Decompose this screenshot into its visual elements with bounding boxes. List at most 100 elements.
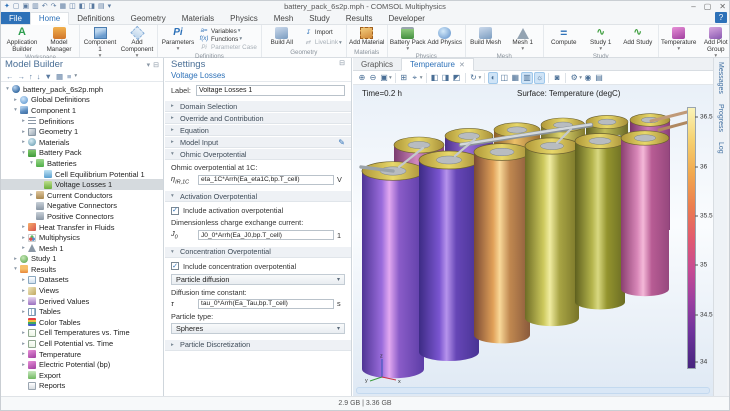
show-edges-icon[interactable]: ▥	[521, 71, 533, 84]
qat-overflow-icon[interactable]: ▾	[108, 2, 112, 11]
zoom-in-icon[interactable]: ⊕	[357, 72, 367, 84]
tree-item-global-definitions[interactable]: ▸ Global Definitions	[1, 95, 163, 106]
tree-item-definitions[interactable]: ▸ Definitions	[1, 116, 163, 127]
maximize-button[interactable]: ▢	[704, 2, 712, 11]
dock-tab-messages[interactable]: Messages	[717, 62, 724, 94]
lock-view-icon[interactable]: ◙	[552, 72, 562, 84]
tab-graphics[interactable]: Graphics	[353, 58, 401, 70]
add-component-button[interactable]: Add Component ▾	[119, 25, 155, 60]
collapsed-arrow-icon[interactable]: ▸	[28, 192, 35, 198]
help-button[interactable]: ?	[715, 12, 727, 23]
wireframe-icon[interactable]: ▦	[510, 72, 520, 84]
tree-item-root[interactable]: ▾ battery_pack_6s2p.mph	[1, 84, 163, 95]
collapsed-arrow-icon[interactable]: ▸	[20, 298, 27, 304]
nav-forward-icon[interactable]: →	[18, 72, 26, 81]
dock-tab-progress[interactable]: Progress	[717, 104, 724, 132]
filter-icon[interactable]: ▼	[45, 72, 52, 81]
tab-geometry[interactable]: Geometry	[123, 12, 174, 24]
collapsed-arrow-icon[interactable]: ▸	[20, 235, 27, 241]
add-plot-group-button[interactable]: Add Plot Group ▾	[698, 26, 729, 60]
tab-results[interactable]: Results	[338, 12, 381, 24]
tree-item-views[interactable]: ▸ Views	[1, 285, 163, 296]
particle-diffusion-select[interactable]: Particle diffusion ▾	[171, 273, 345, 285]
livelink-button[interactable]: ⇄ LiveLink ▾	[303, 39, 341, 46]
tree-item-color-tables[interactable]: Color Tables	[1, 317, 163, 328]
tree-item-voltage-losses[interactable]: Voltage Losses 1	[1, 179, 163, 190]
tree-item-tables[interactable]: ▸ Tables	[1, 306, 163, 317]
tab-physics[interactable]: Physics	[222, 12, 266, 24]
collapsed-arrow-icon[interactable]: ▸	[20, 362, 27, 368]
new-file-icon[interactable]: ▢	[13, 2, 20, 11]
tab-file[interactable]: File	[1, 12, 30, 24]
close-tab-icon[interactable]: ✕	[459, 61, 465, 69]
collapsed-arrow-icon[interactable]: ▸	[20, 129, 27, 135]
compute-button[interactable]: = Compute	[546, 26, 582, 53]
tab-home[interactable]: Home	[29, 12, 70, 25]
section-ohmic-overpotential[interactable]: ▾ Ohmic Overpotential	[165, 148, 351, 160]
snapshot-camera-icon[interactable]: ◉	[583, 72, 593, 84]
collapsed-arrow-icon[interactable]: ▸	[20, 224, 27, 230]
dropdown-caret-icon[interactable]: ▾	[420, 75, 423, 81]
collapsed-arrow-icon[interactable]: ▸	[20, 351, 27, 357]
tree-item-negative-connectors[interactable]: Negative Connectors	[1, 201, 163, 212]
panel-pin-icon[interactable]: ⊟	[153, 61, 159, 69]
tree-item-multiphysics[interactable]: ▸ Multiphysics	[1, 232, 163, 243]
activation-expression-input[interactable]	[198, 230, 334, 241]
plot-canvas[interactable]: Time=0.2 h Surface: Temperature (degC) 3…	[353, 85, 713, 396]
show-grid-icon[interactable]: ▦	[56, 72, 63, 81]
ohmic-expression-input[interactable]	[198, 174, 334, 185]
dropdown-caret-icon[interactable]: ▾	[479, 75, 482, 81]
diffusion-time-input[interactable]	[198, 298, 334, 309]
tree-item-cell-potential-vs-time[interactable]: ▸ Cell Potential vs. Time	[1, 338, 163, 349]
battery-pack-button[interactable]: Battery Pack ▾	[390, 26, 426, 53]
copy-icon[interactable]: ▦	[60, 2, 67, 11]
minimize-button[interactable]: –	[691, 2, 695, 11]
tab-developer[interactable]: Developer	[380, 12, 432, 24]
tree-item-cell-temperatures-vs-time[interactable]: ▸ Cell Temperatures vs. Time	[1, 328, 163, 339]
collapsed-arrow-icon[interactable]: ▸	[20, 288, 27, 294]
functions-button[interactable]: f(x) Functions ▾	[199, 36, 257, 43]
section-particle-discretization[interactable]: ▸ Particle Discretization	[165, 338, 351, 351]
collapsed-arrow-icon[interactable]: ▸	[20, 118, 27, 124]
move-up-icon[interactable]: ↑	[29, 72, 33, 81]
tree-item-mesh-1[interactable]: ▸ Mesh 1	[1, 243, 163, 254]
label-input[interactable]	[196, 85, 345, 96]
transparency-icon[interactable]: ◫	[499, 72, 509, 84]
application-builder-button[interactable]: A Application Builder	[4, 26, 40, 54]
zoom-extents-icon[interactable]: ▣	[379, 72, 389, 84]
section-domain-selection[interactable]: ▸ Domain Selection	[165, 100, 351, 112]
build-mesh-button[interactable]: Build Mesh	[468, 26, 504, 53]
rotate-view-icon[interactable]: ↻	[469, 72, 479, 84]
select-mode-icon[interactable]: ◐	[488, 71, 499, 84]
view-xy-icon[interactable]: ◧	[430, 72, 440, 84]
collapsed-arrow-icon[interactable]: ▸	[20, 277, 27, 283]
tree-item-electric-potential-bp[interactable]: ▸ Electric Potential (bp)	[1, 359, 163, 370]
collapsed-arrow-icon[interactable]: ▸	[20, 309, 27, 315]
expanded-arrow-icon[interactable]: ▾	[12, 266, 19, 272]
section-equation[interactable]: ▸ Equation	[165, 124, 351, 136]
tab-materials[interactable]: Materials	[174, 12, 222, 24]
dropdown-caret-icon[interactable]: ▾	[389, 75, 392, 81]
duplicate-icon[interactable]: ◧	[79, 2, 86, 11]
redo-icon[interactable]: ↷	[51, 2, 57, 11]
delete-icon[interactable]: ◨	[88, 2, 95, 11]
move-down-icon[interactable]: ↓	[37, 72, 41, 81]
tree-item-derived-values[interactable]: ▸ Derived Values	[1, 296, 163, 307]
tab-definitions[interactable]: Definitions	[69, 12, 122, 24]
component-button[interactable]: Component 1 ▾	[82, 26, 118, 60]
print-icon[interactable]: ▤	[594, 72, 604, 84]
collapsed-arrow-icon[interactable]: ▸	[12, 256, 19, 262]
model-manager-button[interactable]: Model Manager	[41, 26, 77, 54]
undo-icon[interactable]: ↶	[42, 2, 48, 11]
view-zx-icon[interactable]: ◩	[452, 72, 462, 84]
view-yz-icon[interactable]: ◨	[441, 72, 451, 84]
tab-study[interactable]: Study	[301, 12, 337, 24]
tree-item-datasets[interactable]: ▸ Datasets	[1, 275, 163, 286]
paste-icon[interactable]: ◫	[69, 2, 76, 11]
zoom-out-icon[interactable]: ⊖	[368, 72, 378, 84]
add-physics-button[interactable]: Add Physics	[427, 26, 463, 53]
tree-item-current-conductors[interactable]: ▸ Current Conductors	[1, 190, 163, 201]
mesh-1-button[interactable]: Mesh 1 ▾	[505, 26, 541, 53]
tree-item-temperature[interactable]: ▸ Temperature	[1, 349, 163, 360]
tree-item-materials[interactable]: ▸ Materials	[1, 137, 163, 148]
